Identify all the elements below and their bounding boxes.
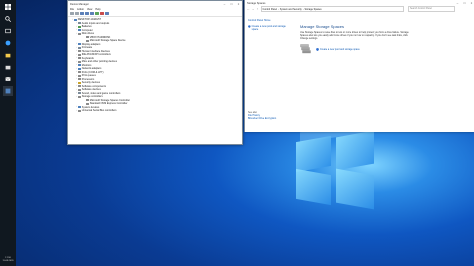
device-icon xyxy=(78,32,81,35)
device-icon xyxy=(78,67,81,70)
tray-clock-date: 11-08-2020 xyxy=(2,260,14,263)
windows-logo-pane xyxy=(336,130,374,171)
breadcrumb-system-security[interactable]: System and Security xyxy=(280,8,302,11)
back-arrow-icon[interactable] xyxy=(70,11,74,16)
device-tree-label: Universal Serial Bus controllers xyxy=(81,109,117,113)
breadcrumb-control-panel[interactable]: Control Panel xyxy=(263,8,278,11)
mail-icon[interactable] xyxy=(3,74,13,84)
storage-spaces-window: Storage Spaces – □ × ← → ↑ Control Panel… xyxy=(244,0,474,132)
storage-spaces-title: Storage Spaces xyxy=(247,1,266,5)
device-icon xyxy=(78,95,81,98)
device-icon xyxy=(78,25,81,28)
device-icon xyxy=(78,46,81,49)
shield-icon xyxy=(248,25,251,28)
device-icon xyxy=(78,60,81,63)
bitlocker-link[interactable]: BitLocker Drive Encryption xyxy=(248,117,276,120)
create-pool-left-link[interactable]: Create a new pool and storage space xyxy=(248,25,288,31)
properties-icon[interactable] xyxy=(80,11,84,16)
forward-arrow-icon[interactable]: → xyxy=(252,7,255,11)
maximize-button[interactable]: □ xyxy=(461,1,468,5)
task-view-icon[interactable] xyxy=(3,26,13,36)
device-icon xyxy=(78,53,81,56)
device-manager-title: Device Manager xyxy=(70,2,89,6)
search-input[interactable]: Search Control Panel xyxy=(408,6,455,12)
menu-view[interactable]: View xyxy=(87,8,92,11)
search-icon[interactable] xyxy=(3,14,13,24)
minimize-button[interactable]: – xyxy=(454,1,461,5)
device-icon xyxy=(78,109,81,112)
device-tree-item[interactable]: › Universal Serial Bus controllers xyxy=(71,109,239,113)
control-panel-home-link[interactable]: Control Panel Home xyxy=(248,19,288,22)
address-bar[interactable]: Control Panel › System and Security › St… xyxy=(260,6,404,12)
maximize-button[interactable]: □ xyxy=(228,2,235,6)
create-pool-link[interactable]: Create a new pool and storage space xyxy=(316,47,360,51)
monitor-icon[interactable] xyxy=(105,11,109,16)
device-icon xyxy=(78,88,81,91)
windows-logo-pane xyxy=(336,168,374,210)
store-icon[interactable] xyxy=(3,62,13,72)
device-tree: › DESKTOP-1A9DL5T › Audio inputs and output… xyxy=(68,17,242,114)
see-also-section: See also File History BitLocker Drive En… xyxy=(248,112,276,120)
update-driver-icon[interactable] xyxy=(95,11,99,16)
forward-arrow-icon[interactable] xyxy=(75,11,79,16)
device-icon xyxy=(86,102,89,105)
windows-logo-pane xyxy=(296,135,331,173)
edge-icon[interactable] xyxy=(3,38,13,48)
device-manager-window: Device Manager – □ × File Action View He… xyxy=(67,0,243,145)
scan-hardware-icon[interactable] xyxy=(90,11,94,16)
file-explorer-icon[interactable] xyxy=(3,50,13,60)
close-button[interactable]: × xyxy=(235,2,242,6)
breadcrumb-storage-spaces[interactable]: Storage Spaces xyxy=(305,8,322,11)
help-icon[interactable] xyxy=(85,11,89,16)
create-pool-left-label: Create a new pool and storage space xyxy=(251,25,286,31)
taskbar: 17:58 11-08-2020 xyxy=(0,0,16,266)
chevron-right-icon: › xyxy=(278,7,279,11)
system-tray[interactable]: 17:58 11-08-2020 xyxy=(0,257,16,263)
address-row: ← → ↑ Control Panel › System and Securit… xyxy=(245,6,474,12)
up-arrow-icon[interactable]: ↑ xyxy=(256,7,259,11)
minimize-button[interactable]: – xyxy=(221,2,228,6)
uninstall-device-icon[interactable] xyxy=(100,11,104,16)
back-arrow-icon[interactable]: ← xyxy=(247,7,250,11)
menu-action[interactable]: Action xyxy=(77,8,84,11)
storage-drives-icon xyxy=(300,44,311,54)
windows-logo-pane xyxy=(296,168,331,206)
create-pool-label: Create a new pool and storage space xyxy=(320,47,360,51)
left-pane: Control Panel Home Create a new pool and… xyxy=(248,19,288,120)
device-icon xyxy=(86,39,89,42)
close-button[interactable]: × xyxy=(468,1,474,5)
control-panel-icon[interactable] xyxy=(3,86,13,96)
menu-help[interactable]: Help xyxy=(95,8,100,11)
create-pool-row: Create a new pool and storage space xyxy=(300,44,465,54)
shield-icon xyxy=(316,47,319,51)
device-icon xyxy=(78,81,81,84)
main-pane: Manage Storage Spaces Use Storage Spaces… xyxy=(300,24,465,54)
windows-start-icon[interactable] xyxy=(3,2,13,12)
chevron-right-icon: › xyxy=(302,7,304,11)
page-title: Manage Storage Spaces xyxy=(300,24,345,29)
device-icon xyxy=(78,74,81,77)
menu-file[interactable]: File xyxy=(70,8,74,11)
device-icon xyxy=(74,18,77,21)
page-description: Use Storage Spaces to save files to two … xyxy=(300,31,409,40)
